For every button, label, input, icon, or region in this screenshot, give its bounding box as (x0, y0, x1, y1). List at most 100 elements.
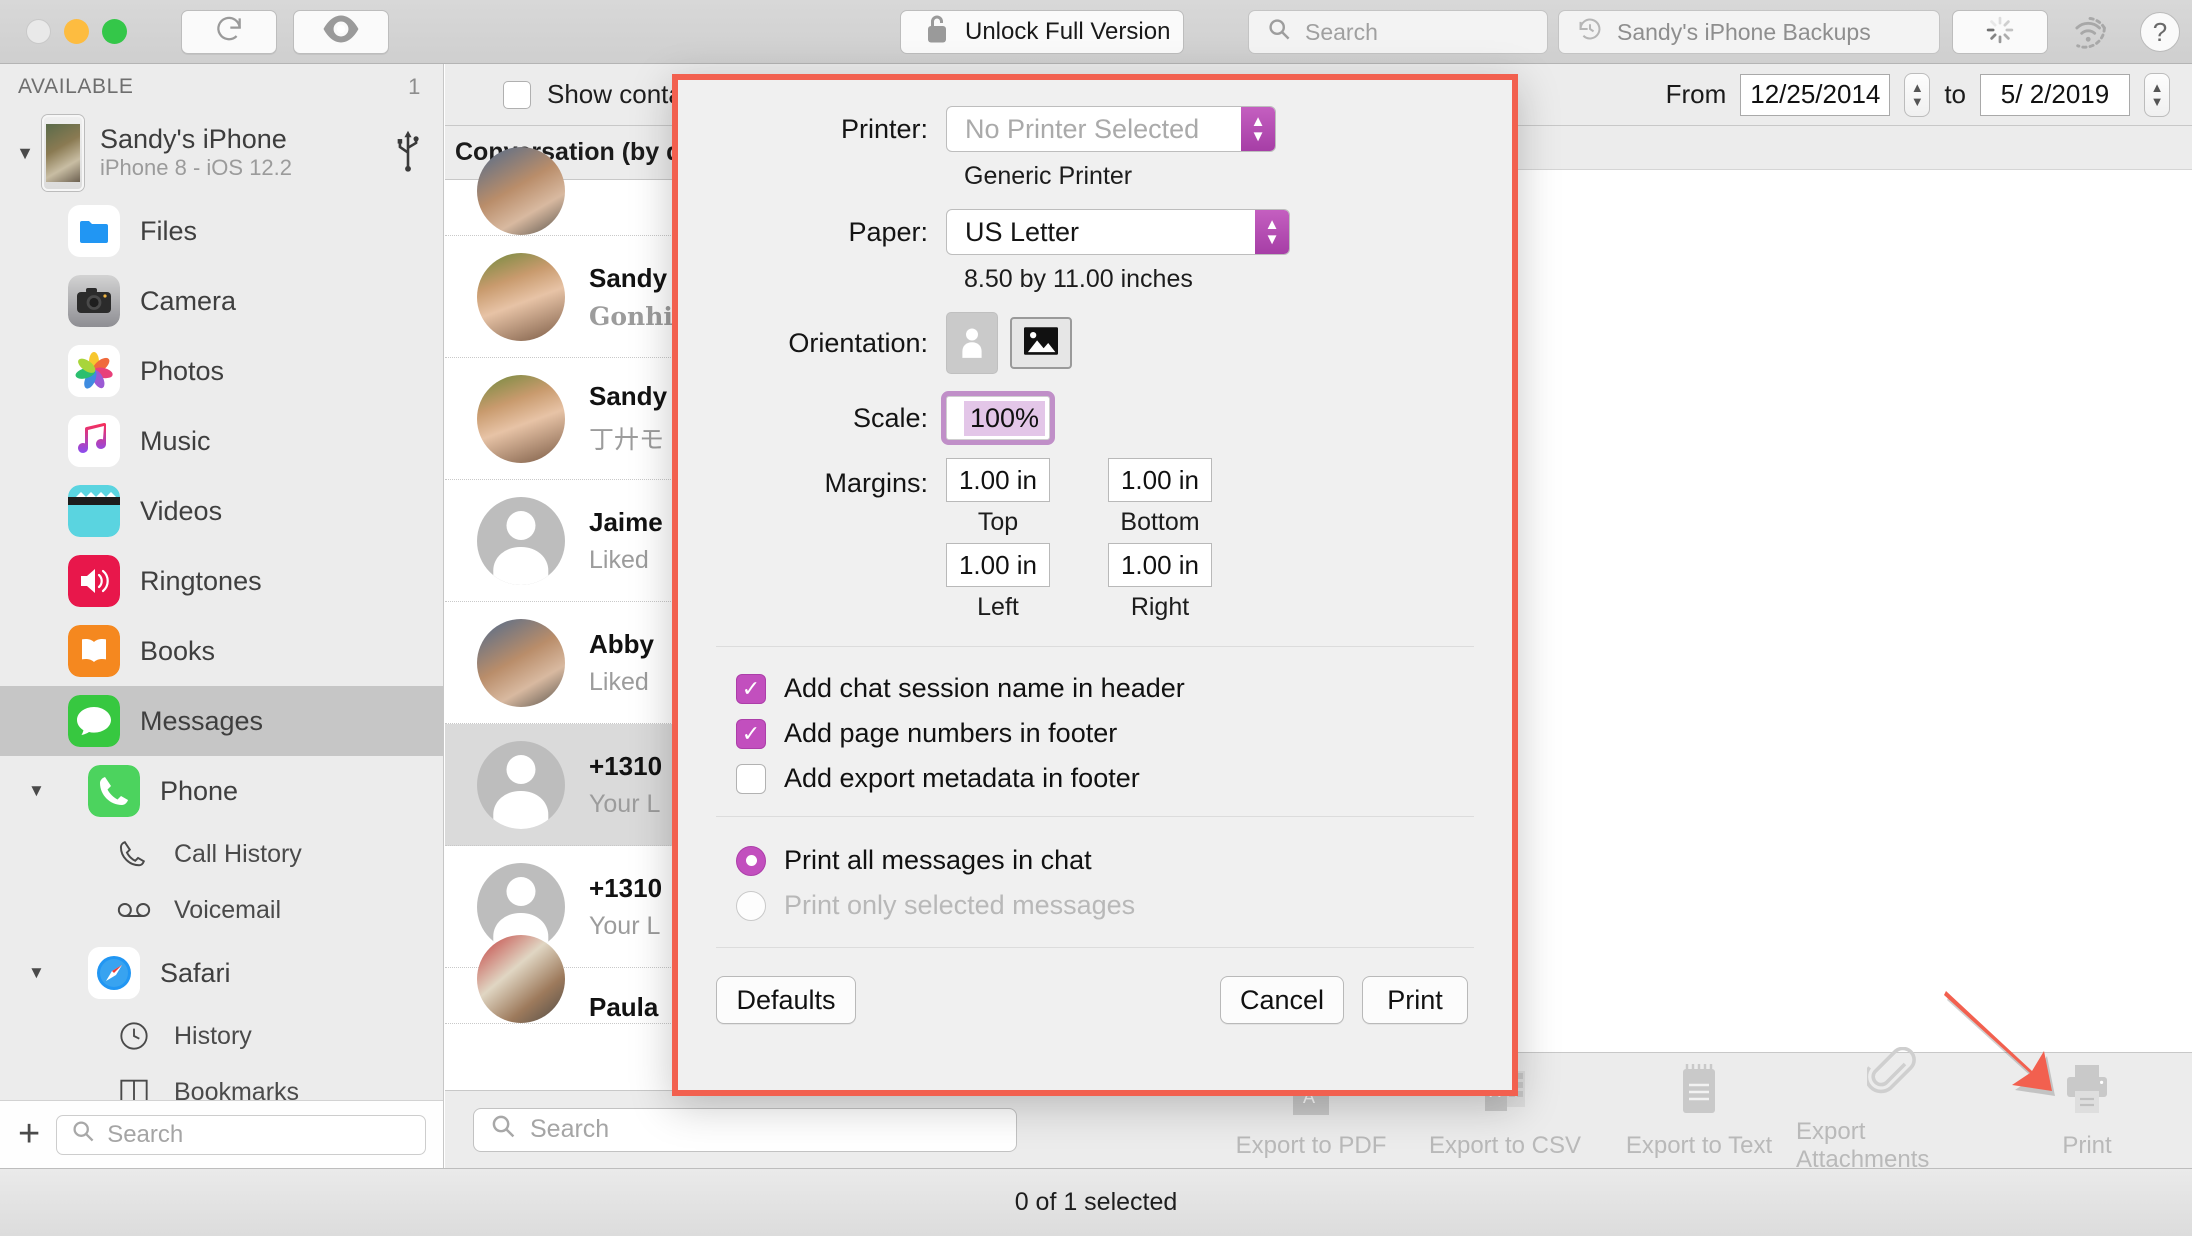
minimize-window-button[interactable] (64, 19, 89, 44)
conversation-name: Sandy (589, 262, 668, 293)
status-bar-text: 0 of 1 selected (1014, 1188, 1178, 1216)
conversation-name: Paula (589, 992, 659, 1022)
close-window-button[interactable] (26, 19, 51, 44)
sidebar-search-placeholder: Search (107, 1120, 184, 1148)
margin-right-input[interactable]: 1.00 in (1108, 543, 1212, 587)
orientation-portrait-button[interactable] (946, 312, 998, 374)
conversation-name: +1310 (589, 872, 663, 903)
radio-print-all-messages[interactable]: Print all messages in chat (678, 845, 1512, 876)
sidebar-item-photos[interactable]: Photos (0, 336, 443, 406)
sidebar-item-history[interactable]: History (0, 1008, 443, 1064)
device-name: Sandy's iPhone (100, 124, 287, 155)
safari-icon (88, 947, 140, 999)
sidebar-device-row[interactable]: ▼ Sandy's iPhone iPhone 8 - iOS 12.2 (0, 110, 443, 196)
device-disclosure-icon[interactable]: ▼ (8, 143, 42, 164)
export-attachments-button[interactable]: Export Attachments (1796, 1046, 1990, 1174)
margin-top-group: 1.00 in Top (946, 458, 1050, 537)
scale-value: 100% (963, 400, 1045, 436)
defaults-button[interactable]: Defaults (716, 976, 856, 1024)
maximize-window-button[interactable] (102, 19, 127, 44)
scale-input[interactable]: 100% (946, 396, 1050, 440)
print-button[interactable]: Print (1990, 1061, 2184, 1160)
conversation-name: Abby (589, 628, 654, 659)
conversation-search-input[interactable]: Search (473, 1107, 1017, 1152)
unlock-full-version-button[interactable]: Unlock Full Version (900, 10, 1184, 54)
refresh-button[interactable] (181, 9, 277, 54)
sidebar-item-call-history[interactable]: Call History (0, 826, 443, 882)
conversation-preview: Liked (589, 667, 649, 696)
margin-left-input[interactable]: 1.00 in (946, 543, 1050, 587)
lock-icon (925, 14, 949, 51)
conversation-text: Paula (589, 992, 658, 1023)
defaults-label: Defaults (736, 984, 836, 1015)
checkbox-checked-icon[interactable]: ✓ (736, 718, 766, 749)
margin-top-input[interactable]: 1.00 in (946, 458, 1050, 502)
from-date-input[interactable]: 12/25/2014 (1740, 73, 1891, 116)
chevron-updown-icon: ▲ ▼ (1241, 107, 1275, 151)
wifi-sync-button[interactable] (2068, 14, 2110, 55)
sidebar-search-input[interactable]: Search (56, 1114, 426, 1155)
chevron-up-icon: ▲ (1910, 79, 1924, 95)
export-to-text-button[interactable]: Export to Text (1602, 1061, 1796, 1160)
dialog-button-bar: Defaults Cancel Print (678, 948, 1512, 1024)
add-device-button[interactable]: + (18, 1115, 40, 1152)
sidebar-item-safari[interactable]: ▼ Safari (0, 938, 443, 1008)
portrait-orientation-icon (959, 324, 985, 363)
paper-note: 8.50 by 11.00 inches (964, 265, 1193, 293)
help-label: ? (2152, 16, 2168, 47)
option-label: Add page numbers in footer (784, 718, 1118, 748)
to-date-stepper[interactable]: ▲ ▼ (2144, 72, 2170, 117)
radio-selected-icon[interactable] (736, 845, 766, 876)
option-export-metadata[interactable]: Add export metadata in footer (678, 763, 1512, 794)
margins-row: Margins: 1.00 in Top 1.00 in Bottom (678, 458, 1512, 537)
sidebar-item-files[interactable]: Files (0, 196, 443, 266)
conversation-preview: 丁廾モ (589, 426, 665, 454)
margin-right-value: 1.00 in (1120, 549, 1200, 580)
cancel-button[interactable]: Cancel (1220, 976, 1344, 1024)
print-scope-group: Print all messages in chat Print only se… (678, 817, 1512, 921)
export-label: Export Attachments (1796, 1118, 1930, 1173)
camera-icon (68, 275, 120, 327)
checkbox-checked-icon[interactable]: ✓ (736, 673, 766, 704)
sidebar-item-messages[interactable]: Messages (0, 686, 443, 756)
sidebar-item-books[interactable]: Books (0, 616, 443, 686)
safari-disclosure-icon[interactable]: ▼ (28, 963, 68, 983)
wifi-sync-icon (2068, 16, 2110, 54)
sidebar-item-videos[interactable]: Videos (0, 476, 443, 546)
show-contacts-checkbox[interactable] (503, 80, 531, 109)
toolbar-search-placeholder: Search (1305, 18, 1378, 45)
sidebar-item-voicemail[interactable]: Voicemail (0, 882, 443, 938)
activity-button[interactable] (1952, 10, 2048, 54)
help-button[interactable]: ? (2140, 12, 2180, 52)
printer-icon (2061, 1061, 2113, 1124)
orientation-landscape-button[interactable] (1010, 317, 1072, 369)
option-page-numbers[interactable]: ✓ Add page numbers in footer (678, 718, 1512, 749)
printer-select[interactable]: No Printer Selected ▲ ▼ (946, 106, 1276, 152)
radio-label: Print all messages in chat (784, 845, 1092, 875)
from-date-stepper[interactable]: ▲ ▼ (1904, 72, 1931, 117)
photos-icon (68, 345, 120, 397)
checkbox-unchecked-icon[interactable] (736, 763, 766, 794)
sidebar-item-ringtones[interactable]: Ringtones (0, 546, 443, 616)
books-icon (68, 625, 120, 677)
option-chat-session-name[interactable]: ✓ Add chat session name in header (678, 673, 1512, 704)
paper-select[interactable]: US Letter ▲ ▼ (946, 209, 1290, 255)
to-date-input[interactable]: 5/ 2/2019 (1980, 73, 2130, 116)
print-dialog-print-button[interactable]: Print (1362, 976, 1468, 1024)
sidebar-section-header: AVAILABLE 1 (0, 64, 443, 110)
print-dialog: Printer: No Printer Selected ▲ ▼ Generic … (672, 74, 1518, 1096)
voicemail-icon (112, 899, 156, 921)
from-label: From (1665, 79, 1727, 109)
margin-bottom-input[interactable]: 1.00 in (1108, 458, 1212, 502)
sidebar-item-phone[interactable]: ▼ Phone (0, 756, 443, 826)
chevron-up-icon: ▲ (2150, 79, 2164, 95)
sidebar-item-camera[interactable]: Camera (0, 266, 443, 336)
sidebar-item-label: Videos (140, 495, 223, 526)
sidebar-item-music[interactable]: Music (0, 406, 443, 476)
toolbar-search-field[interactable]: Search (1248, 10, 1548, 54)
backups-selector[interactable]: Sandy's iPhone Backups (1558, 10, 1940, 54)
preview-toggle-button[interactable] (293, 9, 389, 54)
phone-disclosure-icon[interactable]: ▼ (28, 781, 68, 801)
avatar (477, 496, 565, 585)
conversation-text: Jaime Liked (589, 507, 663, 575)
